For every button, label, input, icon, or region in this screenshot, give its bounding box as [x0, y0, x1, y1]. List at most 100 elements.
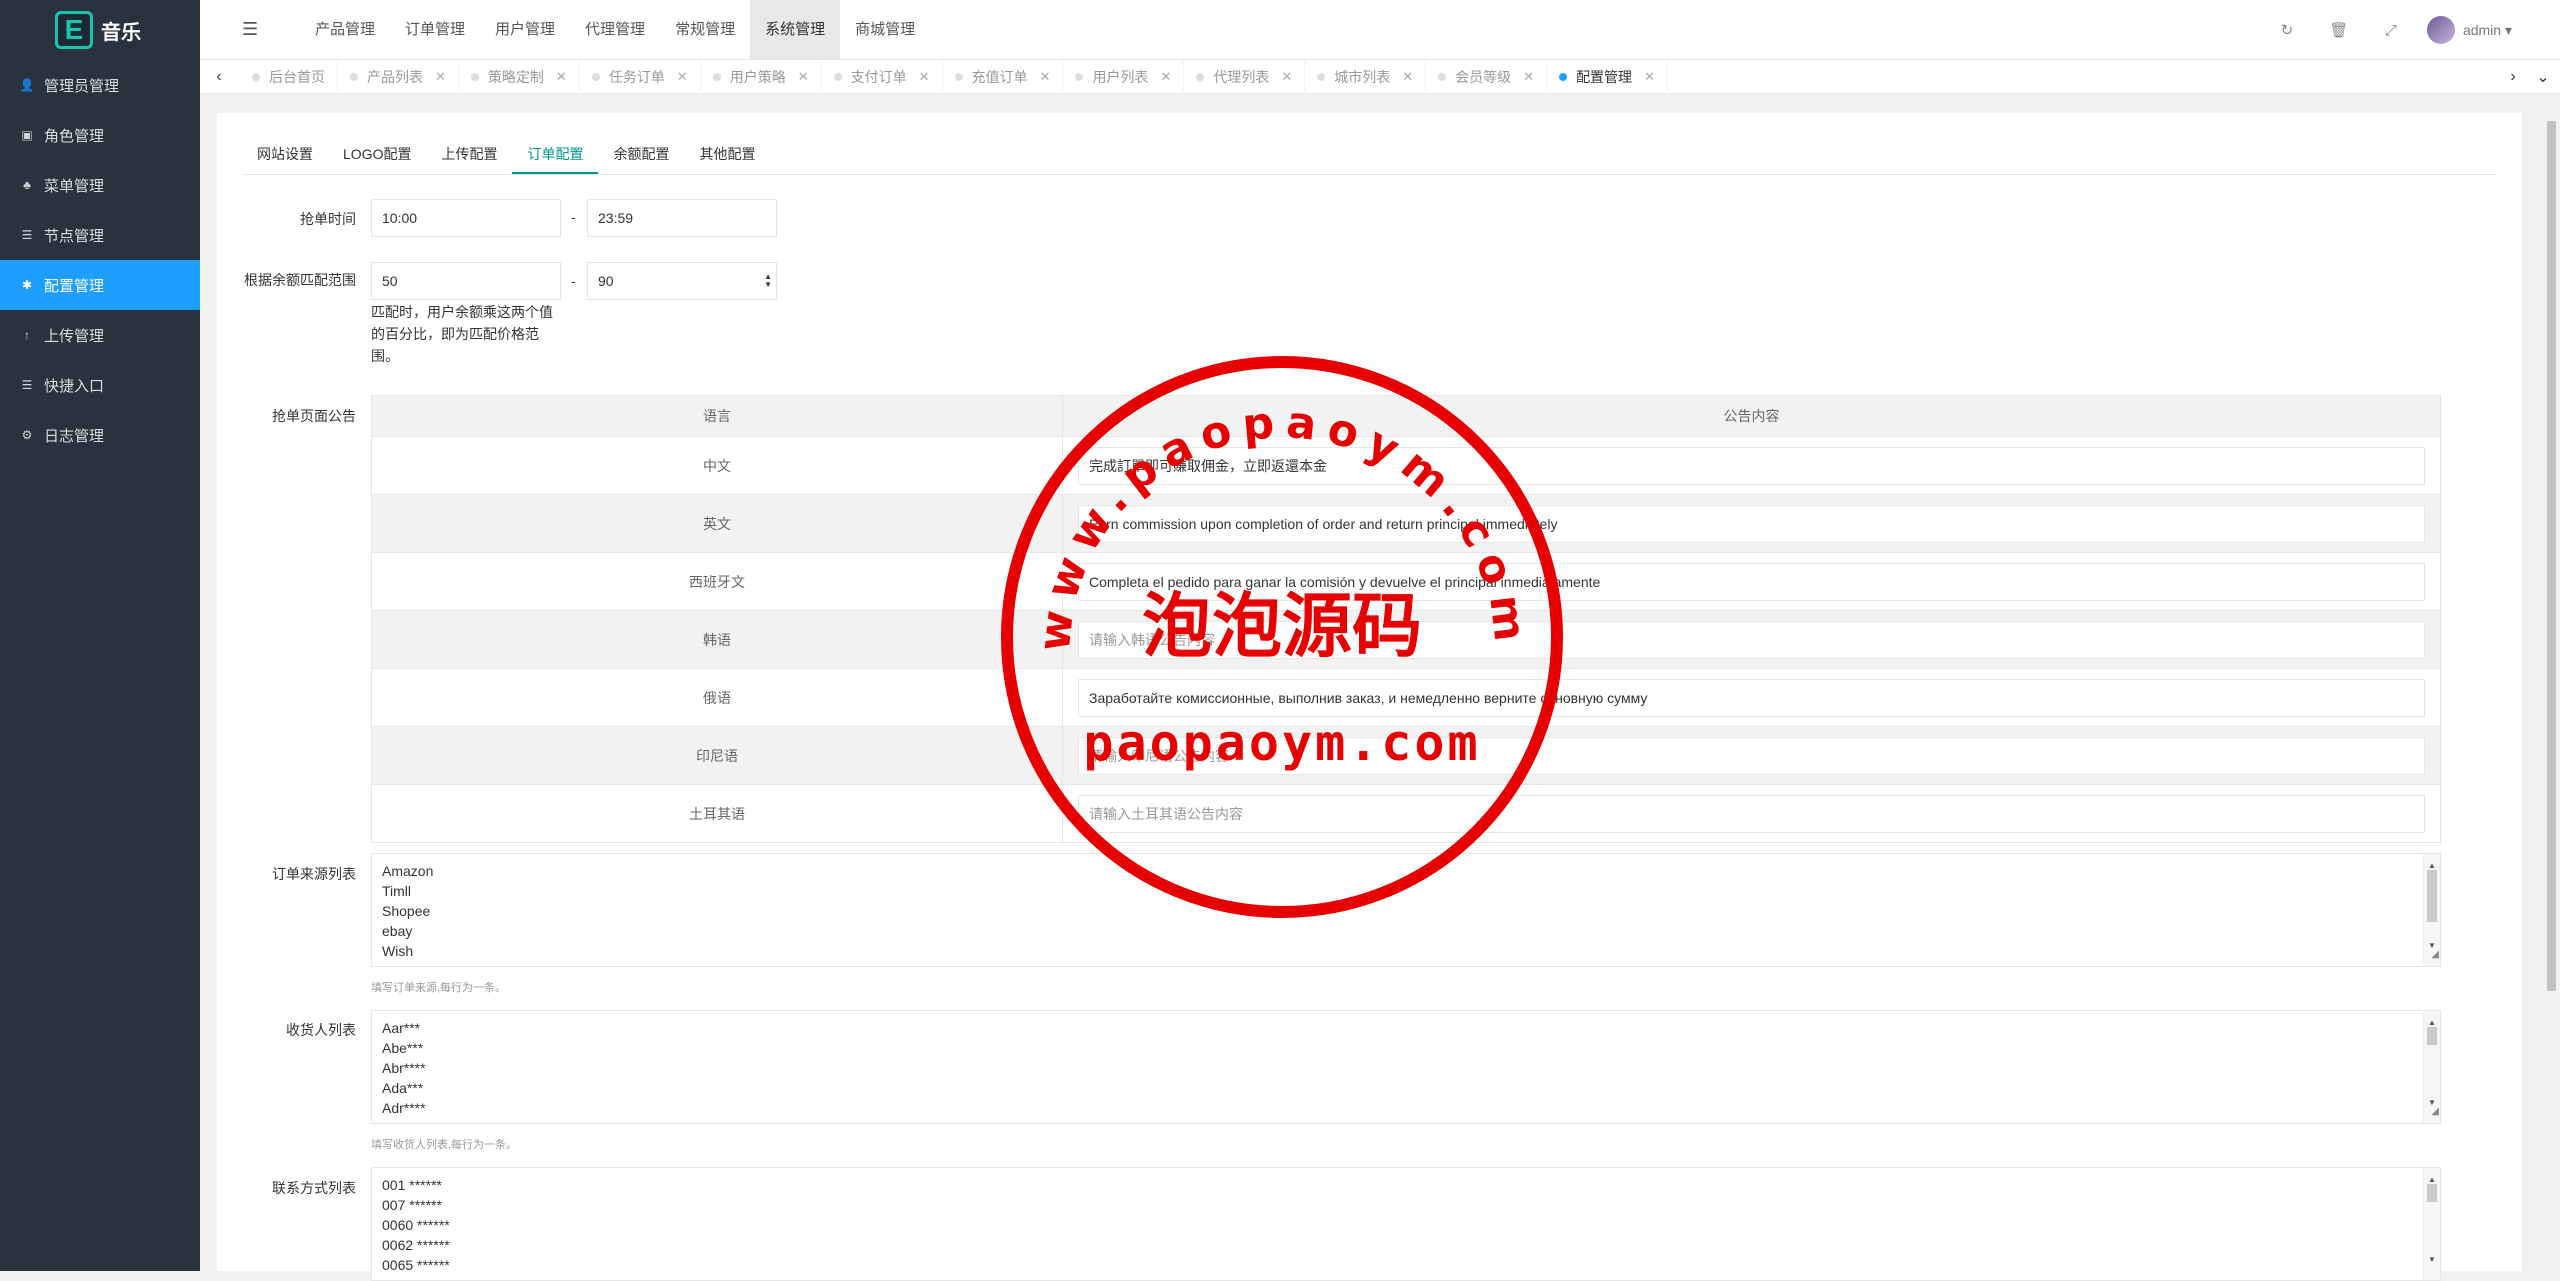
- page-scrollbar[interactable]: [2543, 113, 2560, 1271]
- page-scroll-thumb[interactable]: [2547, 121, 2556, 991]
- receiver-scroll-thumb[interactable]: [2427, 1027, 2437, 1045]
- page-tab[interactable]: 用户列表 ✕: [1063, 60, 1185, 94]
- close-icon[interactable]: ✕: [435, 69, 446, 85]
- scroll-down-icon[interactable]: ▼: [2424, 1250, 2440, 1270]
- contact-scrollbar[interactable]: ▲ ▼: [2423, 1168, 2440, 1280]
- chevron-right-icon[interactable]: ›: [2500, 60, 2526, 94]
- list-item: Abe***: [382, 1040, 424, 1056]
- resize-handle-icon[interactable]: ◢: [2431, 945, 2439, 965]
- close-icon[interactable]: ✕: [556, 69, 567, 85]
- top-menu-item[interactable]: 产品管理: [300, 0, 390, 60]
- fullscreen-icon[interactable]: ⤢: [2365, 22, 2417, 39]
- close-icon[interactable]: ✕: [798, 69, 809, 85]
- top-menu-item[interactable]: 用户管理: [480, 0, 570, 60]
- close-icon[interactable]: ✕: [1281, 69, 1292, 85]
- notice-input[interactable]: 请输入韩语公告内容: [1078, 620, 2425, 659]
- page-tab[interactable]: 充值订单 ✕: [943, 60, 1064, 94]
- notice-input[interactable]: 请输入土耳其语公告内容: [1078, 794, 2425, 833]
- source-tip: 填写订单来源,每行为一条。: [371, 982, 507, 994]
- notice-lang: 英文: [371, 494, 1063, 553]
- notice-input[interactable]: Earn commission upon completion of order…: [1078, 504, 2425, 543]
- chevron-left-icon[interactable]: ‹: [206, 60, 232, 94]
- page-tab[interactable]: 配置管理 ✕: [1547, 60, 1668, 94]
- list-icon: ☰: [21, 378, 33, 392]
- sidebar-item-1[interactable]: ▣ 角色管理: [0, 110, 200, 160]
- notice-input[interactable]: Заработайте комиссионные, выполнив заказ…: [1078, 678, 2425, 717]
- notice-head-content: 公告内容: [1062, 395, 2441, 437]
- top-menu-item[interactable]: 常规管理: [660, 0, 750, 60]
- config-subtab[interactable]: 上传配置: [426, 138, 512, 174]
- close-icon[interactable]: ✕: [1523, 69, 1534, 85]
- trash-icon[interactable]: 🗑: [2313, 21, 2365, 39]
- top-menu-item[interactable]: 商城管理: [840, 0, 930, 60]
- avatar[interactable]: [2426, 16, 2455, 44]
- resize-handle-icon[interactable]: ◢: [2431, 1102, 2439, 1122]
- header: ☰ 产品管理 订单管理 用户管理 代理管理 常规管理 系统管理 商城管理 ↻ 🗑 ⤢ adm…: [200, 0, 2560, 60]
- top-menu-item[interactable]: 订单管理: [390, 0, 480, 60]
- page-tab[interactable]: 策略定制 ✕: [459, 60, 580, 94]
- tab-dot-icon: [712, 73, 721, 81]
- top-menu: 产品管理 订单管理 用户管理 代理管理 常规管理 系统管理 商城管理: [300, 0, 930, 60]
- user-menu[interactable]: admin ▾: [2463, 22, 2512, 39]
- page-tab[interactable]: 城市列表 ✕: [1305, 60, 1427, 94]
- page-tab[interactable]: 代理列表 ✕: [1184, 60, 1306, 94]
- close-icon[interactable]: ✕: [677, 69, 688, 85]
- config-subtab[interactable]: 订单配置: [512, 138, 599, 174]
- source-scroll-thumb[interactable]: [2427, 870, 2437, 922]
- contact-scroll-thumb[interactable]: [2427, 1184, 2437, 1202]
- list-item: 0065 ******: [382, 1257, 450, 1273]
- sidebar-item-6[interactable]: ☰ 快捷入口: [0, 360, 200, 410]
- chevron-down-icon[interactable]: ⌄: [2530, 60, 2556, 94]
- close-icon[interactable]: ✕: [919, 69, 930, 85]
- tab-label: 代理列表: [1213, 69, 1270, 85]
- menu-toggle-icon[interactable]: ☰: [242, 19, 258, 40]
- grab-time-label: 抢单时间: [300, 211, 356, 227]
- top-menu-item[interactable]: 代理管理: [570, 0, 660, 60]
- notice-input[interactable]: 完成訂單即可賺取佣金，立即返還本金: [1078, 446, 2425, 485]
- list-item: Timll: [382, 883, 412, 899]
- notice-input[interactable]: Completa el pedido para ganar la comisió…: [1078, 562, 2425, 601]
- close-icon[interactable]: ✕: [1402, 69, 1413, 85]
- close-icon[interactable]: ✕: [1160, 69, 1171, 85]
- sidebar-item-5[interactable]: ↑ 上传管理: [0, 310, 200, 360]
- top-menu-item[interactable]: 系统管理: [750, 0, 841, 60]
- page-tab[interactable]: 用户策略 ✕: [701, 60, 822, 94]
- match-min-input[interactable]: 50: [371, 262, 561, 300]
- refresh-icon[interactable]: ↻: [2261, 21, 2313, 39]
- close-icon[interactable]: ✕: [1644, 69, 1655, 85]
- page-tab[interactable]: 后台首页: [240, 60, 338, 94]
- sidebar-item-7[interactable]: ⚙ 日志管理: [0, 410, 200, 460]
- source-textarea[interactable]: Amazon Timll Shopee ebay Wish ▲ ▼ ◢: [371, 853, 2441, 967]
- tab-label: 任务订单: [608, 69, 665, 85]
- sidebar-item-label: 配置管理: [44, 277, 105, 295]
- page-tab[interactable]: 会员等级 ✕: [1426, 60, 1548, 94]
- sidebar-item-2[interactable]: ♣ 菜单管理: [0, 160, 200, 210]
- contact-textarea[interactable]: 001 ****** 007 ****** 0060 ****** 0062 ****…: [371, 1167, 2441, 1281]
- receiver-textarea[interactable]: Aar*** Abe*** Abr**** Ada*** Adr**** ▲ ▼ ◢: [371, 1010, 2441, 1124]
- config-subtab[interactable]: 余额配置: [598, 138, 684, 174]
- spinner-arrows-icon[interactable]: ▲ ▼: [764, 273, 772, 289]
- close-icon[interactable]: ✕: [1040, 69, 1051, 85]
- grab-time-end-input[interactable]: 23:59: [587, 199, 777, 237]
- sidebar-item-0[interactable]: 👤 管理员管理: [0, 60, 200, 110]
- tabs-bar: ‹ 后台首页 产品列表 ✕ 策略定制 ✕ 任务订单 ✕ 用户策略 ✕ 支付订单 ✕ 充值订单 ✕ 用户列表…: [200, 60, 2560, 94]
- page-tab[interactable]: 任务订单 ✕: [580, 60, 701, 94]
- user-name: admin: [2462, 21, 2502, 38]
- table-row: 中文 完成訂單即可賺取佣金，立即返還本金: [371, 436, 2441, 495]
- page-tab[interactable]: 支付订单 ✕: [822, 60, 943, 94]
- sidebar-item-3[interactable]: ☰ 节点管理: [0, 210, 200, 260]
- chevron-down-icon: ▾: [2504, 21, 2512, 38]
- config-subtab[interactable]: 其他配置: [684, 138, 770, 174]
- match-max-input[interactable]: 90 ▲ ▼: [587, 262, 777, 300]
- logo[interactable]: E 音乐: [0, 0, 200, 60]
- config-subtab[interactable]: LOGO配置: [328, 138, 426, 174]
- grab-time-start-input[interactable]: 10:00: [371, 199, 561, 237]
- tab-dot-icon: [1196, 73, 1205, 81]
- sidebar-item-4[interactable]: ✱ 配置管理: [0, 260, 200, 310]
- tab-dot-icon: [1559, 73, 1568, 81]
- notice-cell: Earn commission upon completion of order…: [1062, 494, 2441, 553]
- list-item: Shopee: [382, 903, 431, 919]
- config-subtab[interactable]: 网站设置: [242, 138, 328, 174]
- page-tab[interactable]: 产品列表 ✕: [338, 60, 459, 94]
- notice-input[interactable]: 请输入印尼语公告内容: [1078, 736, 2425, 775]
